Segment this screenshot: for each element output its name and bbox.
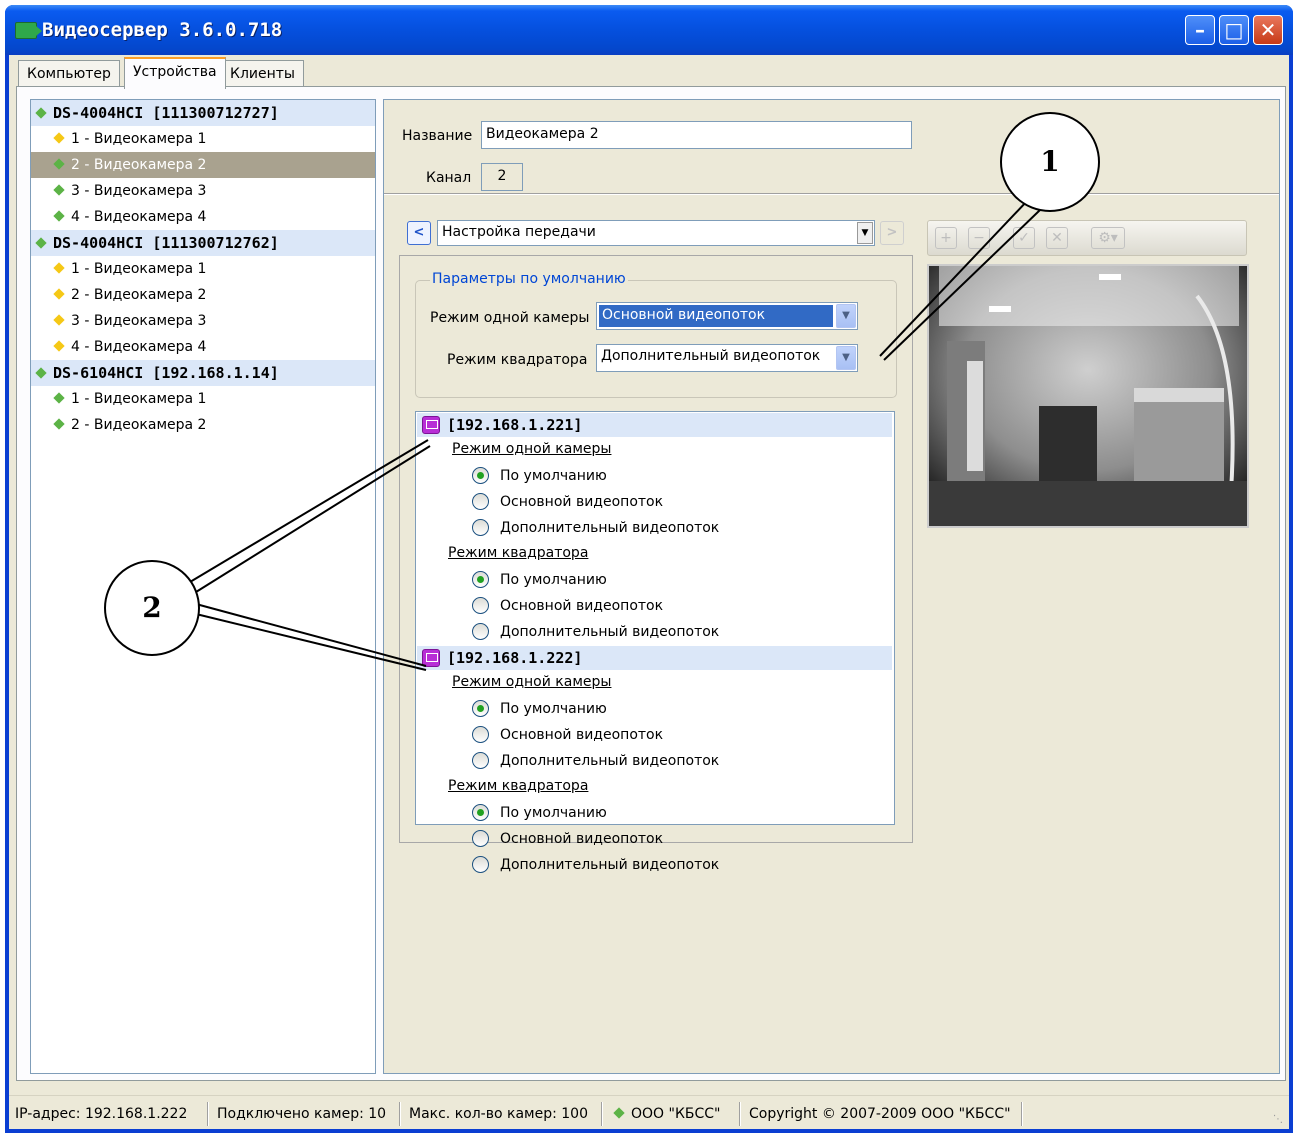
callout-lines (189, 199, 1041, 671)
callout-2: 2 (104, 560, 200, 656)
callout-1: 1 (1000, 112, 1100, 212)
